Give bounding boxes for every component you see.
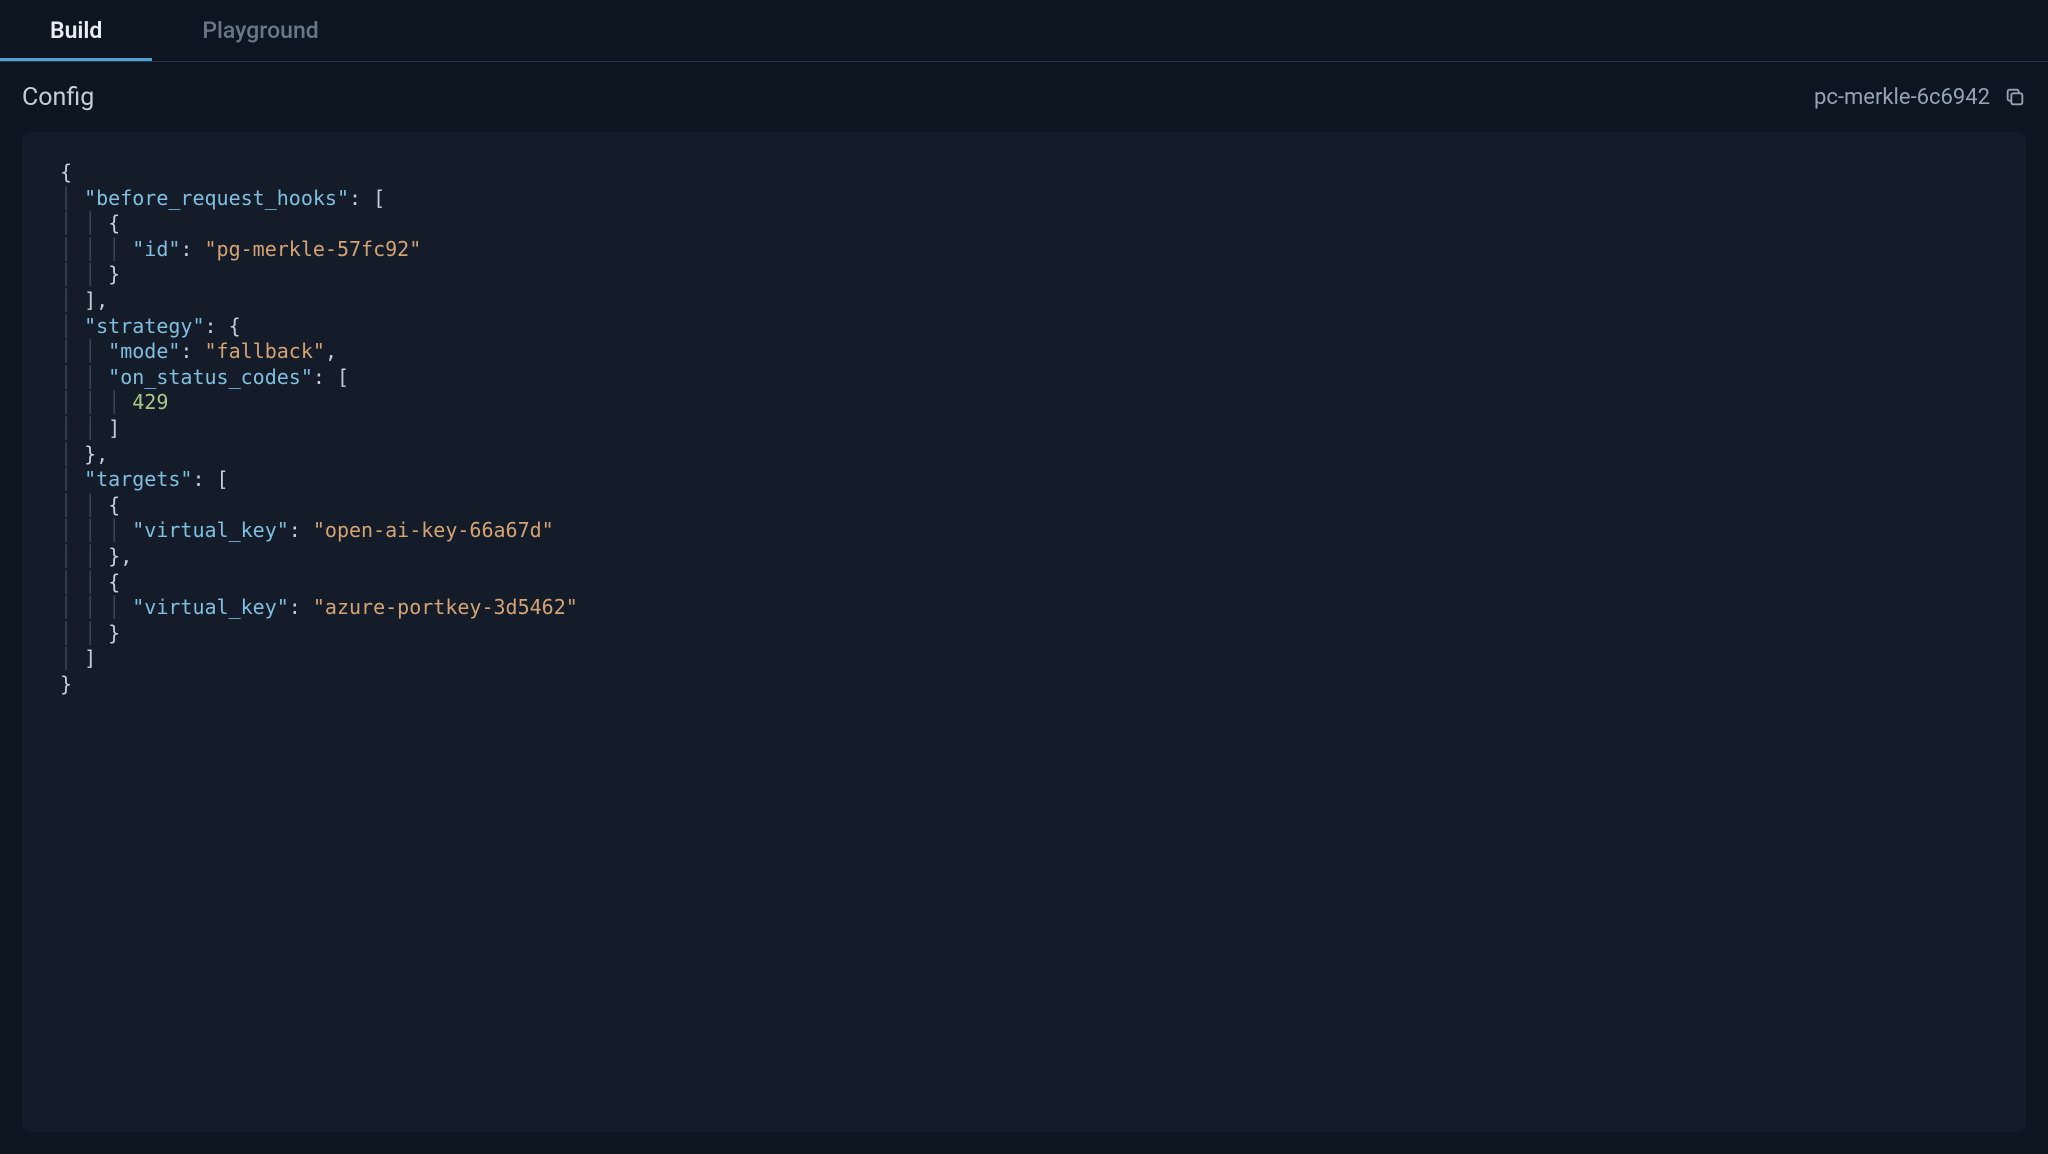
code-value: "fallback" xyxy=(205,339,325,363)
code-panel: { │ "before_request_hooks": [ │ │ { │ │ … xyxy=(22,132,2026,1132)
code-block[interactable]: { │ "before_request_hooks": [ │ │ { │ │ … xyxy=(60,160,1988,697)
code-value: 429 xyxy=(132,390,168,414)
code-key: "virtual_key" xyxy=(132,518,289,542)
subheader: Config pc-merkle-6c6942 xyxy=(0,62,2048,132)
code-key: "targets" xyxy=(84,467,192,491)
code-value: "open-ai-key-66a67d" xyxy=(313,518,554,542)
tab-playground[interactable]: Playground xyxy=(152,0,368,61)
config-id: pc-merkle-6c6942 xyxy=(1814,85,1990,110)
code-key: "strategy" xyxy=(84,314,204,338)
code-key: "before_request_hooks" xyxy=(84,186,349,210)
tab-playground-label: Playground xyxy=(202,17,318,44)
tab-bar: Build Playground xyxy=(0,0,2048,62)
tab-build-label: Build xyxy=(50,17,102,44)
tab-build[interactable]: Build xyxy=(0,0,152,61)
code-key: "on_status_codes" xyxy=(108,365,313,389)
code-key: "mode" xyxy=(108,339,180,363)
code-value: "pg-merkle-57fc92" xyxy=(205,237,422,261)
code-key: "virtual_key" xyxy=(132,595,289,619)
code-key: "id" xyxy=(132,237,180,261)
page-title: Config xyxy=(22,83,94,112)
code-value: "azure-portkey-3d5462" xyxy=(313,595,578,619)
subheader-right: pc-merkle-6c6942 xyxy=(1814,85,2026,110)
copy-icon[interactable] xyxy=(2004,86,2026,108)
